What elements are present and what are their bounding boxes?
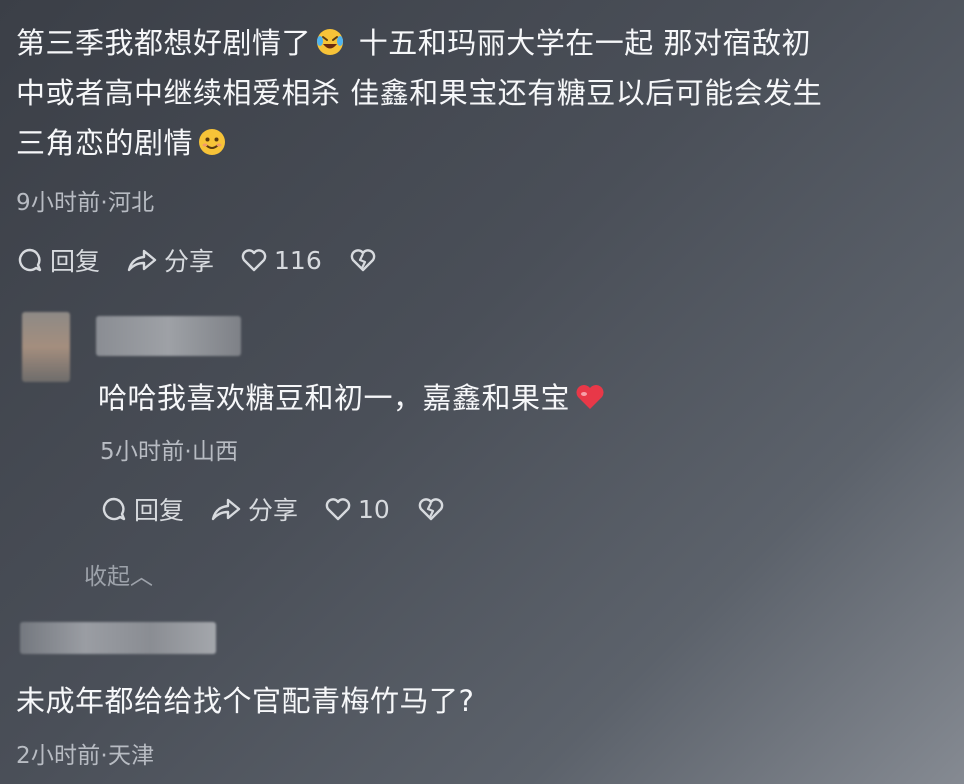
broken-heart-icon (418, 498, 444, 521)
reply-1-avatar[interactable] (22, 312, 70, 382)
broken-heart-icon (350, 249, 376, 272)
comment-1-reply-button[interactable]: 回复 (16, 242, 100, 278)
reply-1-username[interactable] (96, 316, 241, 356)
comment-1-like-button[interactable]: 116 (240, 246, 322, 275)
collapse-replies-button[interactable]: 收起︿ (84, 557, 153, 591)
comment-1-line-2: 中或者高中继续相爱相杀 佳鑫和果宝还有糖豆以后可能会发生 (16, 76, 823, 110)
reply-label: 回复 (134, 496, 185, 525)
share-label: 分享 (164, 247, 215, 276)
like-count: 116 (274, 245, 322, 275)
comment-bubble-icon (18, 248, 42, 272)
laughing-crying-emoji-icon (317, 29, 344, 55)
reply-1-like-button[interactable]: 10 (324, 495, 390, 524)
comment-bubble-icon (102, 497, 126, 521)
heart-icon (241, 249, 267, 272)
comment-1-share-button[interactable]: 分享 (126, 242, 214, 278)
reply-1-reply-button[interactable]: 回复 (100, 491, 184, 527)
reply-1-meta: 5小时前·山西 (100, 439, 239, 465)
comment-2-username[interactable] (20, 622, 216, 654)
reply-1-share-button[interactable]: 分享 (210, 491, 298, 527)
comment-2-meta: 2小时前·天津 (16, 743, 155, 769)
comment-2-text: 未成年都给给找个官配青梅竹马了? (16, 684, 475, 718)
red-heart-emoji-icon (576, 385, 604, 409)
comment-1-text: 第三季我都想好剧情了 十五和玛丽大学在一起 那对宿敌初 中或者高中继续相爱相杀 … (16, 18, 956, 168)
smiling-emoji-icon (199, 129, 226, 155)
share-label: 分享 (248, 496, 299, 525)
share-arrow-icon (211, 498, 241, 521)
reply-1-text-content: 哈哈我喜欢糖豆和初一，嘉鑫和果宝 (98, 381, 571, 415)
like-count: 10 (358, 494, 390, 524)
comment-1-actions: 回复 分享 116 (16, 241, 404, 279)
comment-1-meta: 9小时前·河北 (16, 190, 155, 216)
comment-1-dislike-button[interactable] (348, 246, 378, 274)
reply-1-dislike-button[interactable] (416, 495, 446, 523)
comment-1: 第三季我都想好剧情了 十五和玛丽大学在一起 那对宿敌初 中或者高中继续相爱相杀 … (16, 18, 956, 168)
comment-1-line-1b: 十五和玛丽大学在一起 那对宿敌初 (358, 26, 811, 60)
comment-1-line-1a: 第三季我都想好剧情了 (16, 26, 312, 60)
comment-1-line-3: 三角恋的剧情 (16, 126, 194, 160)
share-arrow-icon (127, 249, 157, 272)
reply-1-text: 哈哈我喜欢糖豆和初一，嘉鑫和果宝 (98, 373, 606, 423)
reply-1-actions: 回复 分享 10 (100, 490, 472, 528)
heart-icon (325, 498, 351, 521)
reply-label: 回复 (50, 247, 101, 276)
